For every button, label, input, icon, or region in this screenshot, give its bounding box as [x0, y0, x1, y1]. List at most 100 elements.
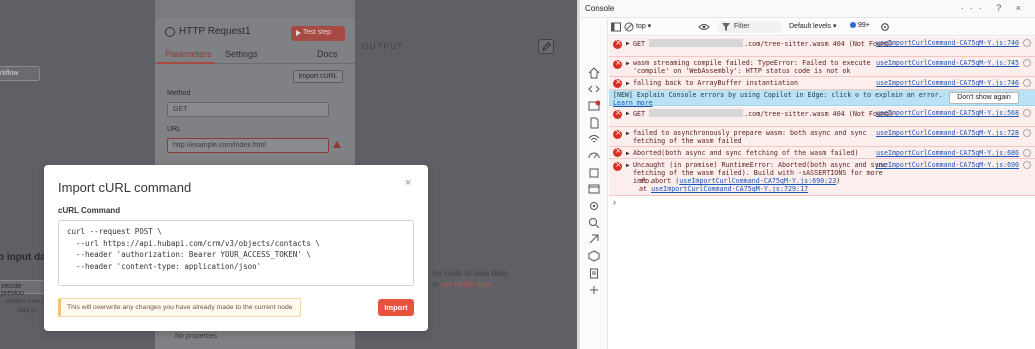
- copilot-explain-icon[interactable]: [1023, 79, 1031, 87]
- learn-more-link[interactable]: Learn more: [613, 99, 653, 107]
- expand-caret-icon[interactable]: ▶: [626, 162, 630, 170]
- expand-caret-icon[interactable]: ▶: [626, 110, 630, 118]
- stack-trace-link[interactable]: useImportCurlCommand-CA75qM-Y.js:690:23: [679, 177, 836, 185]
- close-icon[interactable]: ×: [405, 178, 415, 189]
- clear-console-icon[interactable]: [624, 22, 634, 32]
- copilot-explain-icon[interactable]: [1023, 59, 1031, 67]
- expand-caret-icon[interactable]: ▶: [626, 60, 630, 68]
- devtools-panel: Console ··· ? × top ▾ Filter Default lev…: [580, 0, 1035, 349]
- copilot-explain-icon[interactable]: [1023, 39, 1031, 47]
- live-expression-eye-icon[interactable]: [698, 22, 710, 32]
- source-link[interactable]: useImportCurlCommand-CA75qM-Y.js:686: [876, 149, 1019, 157]
- source-link[interactable]: useImportCurlCommand-CA75qM-Y.js:740: [876, 39, 1019, 47]
- execute-previous-button[interactable]: xecute previou: [0, 280, 49, 297]
- memory-icon[interactable]: [588, 167, 600, 179]
- application-icon[interactable]: [588, 183, 600, 195]
- url-label: URL: [167, 126, 182, 133]
- error-icon: [613, 78, 622, 88]
- output-hint-prefix: or: [432, 280, 442, 289]
- source-link[interactable]: useImportCurlCommand-CA75qM-Y.js:690: [876, 161, 1019, 169]
- context-select[interactable]: top ▾: [636, 22, 651, 30]
- console-error-message[interactable]: ▶ GET .com/tree-sitter.wasm 404 (Not Fou…: [609, 37, 1035, 57]
- console-error-message[interactable]: ▶ Uncaught (in promise) RuntimeError: Ab…: [609, 159, 1035, 196]
- more-tools-plus-icon[interactable]: [588, 284, 600, 296]
- stack-trace-line: at useImportCurlCommand-CA75qM-Y.js:729:…: [639, 185, 808, 193]
- redacted-url: [649, 39, 744, 47]
- banner-text: [NEW] Explain Console errors by using Co…: [613, 91, 852, 99]
- source-link[interactable]: useImportCurlCommand-CA75qM-Y.js:746: [876, 79, 1019, 87]
- tab-settings[interactable]: Settings: [225, 49, 258, 59]
- output-hint: his node to view data or set mock data: [432, 268, 507, 290]
- import-curl-button[interactable]: Import cURL: [293, 70, 343, 83]
- banner-text-2: to explain an error.: [863, 91, 943, 99]
- error-icon: [613, 109, 622, 119]
- msg-text: Aborted(both async and sync fetching of …: [633, 149, 859, 157]
- import-button[interactable]: Import: [378, 299, 414, 316]
- console-error-message[interactable]: ▶ GET .com/tree-sitter.wasm 404 (Not Fou…: [609, 107, 1035, 127]
- node-header: HTTP Request1 Test step: [155, 18, 355, 46]
- log-levels-select[interactable]: Default levels ▾: [789, 22, 836, 30]
- source-link[interactable]: useImportCurlCommand-CA75qM-Y.js:568: [876, 109, 1019, 117]
- elements-icon[interactable]: [588, 83, 600, 95]
- filter-funnel-icon: [722, 23, 730, 31]
- cube-icon[interactable]: [588, 250, 600, 262]
- expand-caret-icon[interactable]: ▶: [626, 40, 630, 48]
- settings-gear-icon[interactable]: [588, 200, 600, 212]
- source-link[interactable]: useImportCurlCommand-CA75qM-Y.js:728: [876, 129, 1019, 137]
- tab-docs[interactable]: Docs: [317, 49, 338, 59]
- console-error-message[interactable]: ▶ Aborted(both async and sync fetching o…: [609, 147, 1035, 159]
- active-tab-indicator: [157, 62, 215, 64]
- trace-prefix: at: [639, 185, 652, 193]
- method-label: Method: [167, 90, 191, 97]
- curl-command-textarea[interactable]: curl --request POST \ --url https://api.…: [58, 220, 414, 286]
- devtools-window-controls[interactable]: ··· ? ×: [961, 3, 1027, 13]
- set-mock-data-link[interactable]: set mock data: [441, 280, 491, 289]
- clipboard-icon[interactable]: [588, 267, 600, 279]
- output-hint-line-1: his node to view data: [432, 269, 508, 278]
- node-title[interactable]: HTTP Request1: [179, 26, 251, 37]
- copilot-explain-icon[interactable]: [1023, 129, 1031, 137]
- redacted-url: [649, 109, 744, 117]
- sources-icon[interactable]: [588, 117, 600, 129]
- issues-icon[interactable]: [588, 233, 600, 245]
- console-prompt[interactable]: ›: [613, 197, 616, 207]
- expand-caret-icon[interactable]: ▶: [626, 130, 630, 138]
- sidebar-toggle-icon[interactable]: [611, 22, 621, 32]
- curl-command-label: cURL Command: [58, 206, 121, 215]
- error-icon: [613, 39, 622, 49]
- test-step-button[interactable]: Test step: [291, 26, 345, 41]
- performance-icon[interactable]: [588, 150, 600, 162]
- console-error-message[interactable]: ▶ wasm streaming compile failed: TypeErr…: [609, 57, 1035, 77]
- devtools-titlebar: Console ··· ? ×: [580, 0, 1035, 18]
- method-select[interactable]: GET: [167, 102, 329, 117]
- network-icon[interactable]: [588, 133, 600, 145]
- expand-caret-icon[interactable]: ▶: [626, 150, 630, 158]
- modal-title: Import cURL command: [58, 180, 192, 195]
- copilot-explain-icon[interactable]: [1023, 149, 1031, 157]
- copilot-explain-icon[interactable]: [1023, 109, 1031, 117]
- dont-show-again-button[interactable]: Don't show again: [949, 92, 1019, 104]
- console-error-message[interactable]: ▶ falling back to ArrayBuffer instantiat…: [609, 77, 1035, 90]
- url-input[interactable]: http://example.com/index.html: [167, 138, 329, 153]
- edit-output-button[interactable]: [538, 39, 554, 54]
- copilot-explain-icon[interactable]: [1023, 161, 1031, 169]
- console-toolbar: top ▾ Filter Default levels ▾ 99+: [608, 19, 1035, 36]
- import-curl-modal: Import cURL command × cURL Command curl …: [44, 165, 428, 331]
- stack-trace-line: at abort (useImportCurlCommand-CA75qM-Y.…: [639, 177, 840, 185]
- home-icon[interactable]: [588, 67, 600, 79]
- search-icon[interactable]: [588, 217, 600, 229]
- msg-text: GET: [633, 40, 650, 48]
- error-icon: [613, 161, 622, 171]
- trace-prefix: at abort (: [639, 177, 680, 185]
- expand-caret-icon[interactable]: ▶: [626, 80, 630, 88]
- console-icon[interactable]: [588, 100, 600, 112]
- source-link[interactable]: useImportCurlCommand-CA75qM-Y.js:745: [876, 59, 1019, 67]
- tab-parameters[interactable]: Parameters: [165, 49, 212, 59]
- pencil-icon: [541, 42, 551, 51]
- console-settings-gear-icon[interactable]: [880, 22, 890, 32]
- workflow-select[interactable]: rkflow: [0, 66, 40, 81]
- console-error-message[interactable]: ▶ failed to asynchronously prepare wasm:…: [609, 127, 1035, 147]
- issues-badge[interactable]: 99+: [850, 22, 870, 29]
- stack-trace-link[interactable]: useImportCurlCommand-CA75qM-Y.js:729:17: [651, 185, 808, 193]
- output-hint-line-2: or set mock data: [432, 279, 507, 290]
